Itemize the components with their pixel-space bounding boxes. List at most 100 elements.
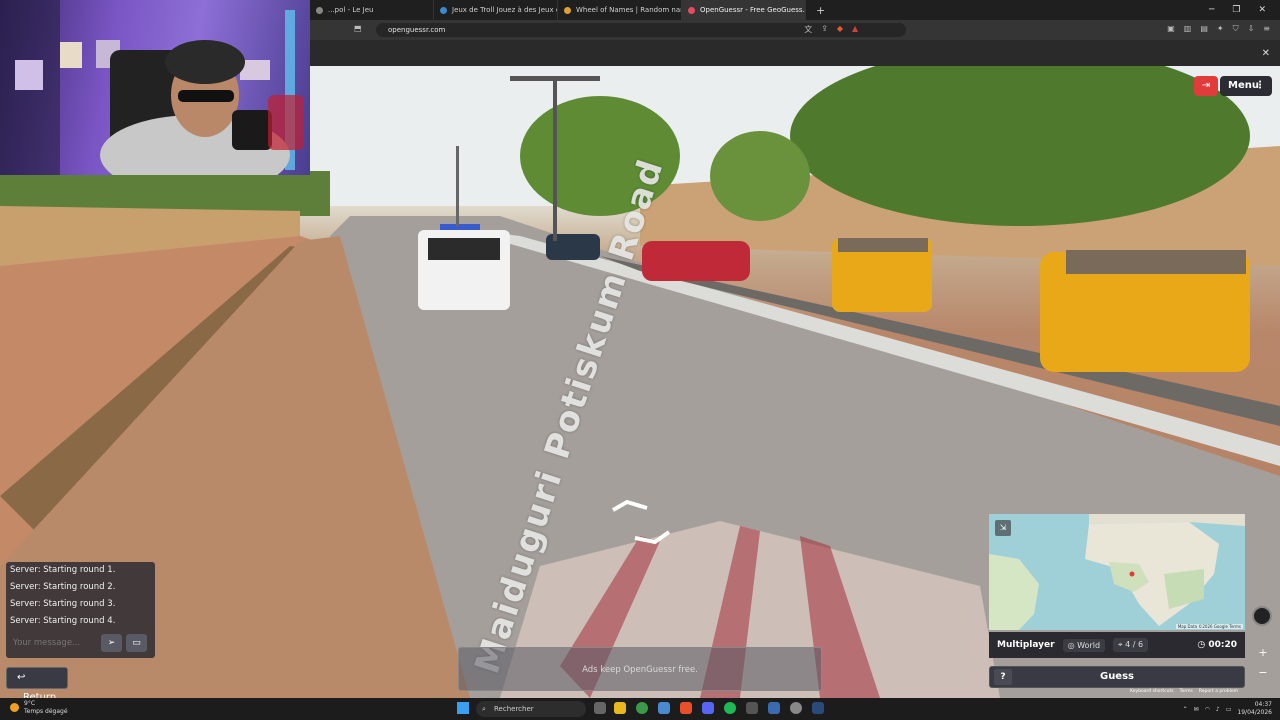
light-pole-2 [456, 146, 459, 226]
streamer-webcam [0, 0, 304, 175]
new-tab-button[interactable]: + [806, 4, 835, 17]
chrome-icon[interactable] [636, 702, 648, 714]
notification-icon[interactable]: ✉ [1194, 706, 1199, 713]
search-placeholder: Rechercher [494, 705, 534, 713]
windows-taskbar: 9°C Temps dégagé ⌕ Rechercher ⌃ ✉ ◠ ♪ ▭ … [0, 698, 1280, 720]
nigeria-marker-icon [1129, 571, 1135, 577]
system-tray: ⌃ ✉ ◠ ♪ ▭ 04:37 19/04/2026 [1183, 701, 1272, 717]
notification-close-icon[interactable]: ✕ [1262, 48, 1270, 59]
browser-tab[interactable]: Wheel of Names | Random name pic... [558, 0, 682, 20]
spotify-icon[interactable] [724, 702, 736, 714]
tuk-tuk-2-roof [1066, 250, 1246, 274]
ad-banner: Ads keep OpenGuessr free. [458, 647, 822, 691]
task-view-icon[interactable] [594, 702, 606, 714]
window-close-icon[interactable]: ✕ [1258, 5, 1266, 15]
vpn-icon[interactable]: ⛉ [1233, 24, 1239, 35]
browser-tab[interactable]: Jeux de Troll Jouez à des Jeux de Tr... [434, 0, 558, 20]
round-icon: ⌖ [1118, 640, 1123, 649]
battery-icon[interactable]: ▭ [1226, 706, 1232, 713]
report-problem-link[interactable]: Report a problem [1199, 689, 1238, 694]
maximize-icon[interactable]: ❐ [1232, 5, 1240, 15]
google-footer: Keyboard shortcuts Terms Report a proble… [1130, 689, 1238, 694]
extensions-icon[interactable]: ✦ [1217, 24, 1224, 35]
screenshot-icon[interactable]: ▣ [1167, 24, 1175, 35]
bookmark-icon[interactable]: ⬒ [354, 24, 362, 33]
police-windshield [428, 238, 500, 260]
exit-icon: ⇥ [1201, 80, 1211, 91]
navigation-arrow-icon[interactable] [605, 498, 675, 546]
window-controls: ─ ❐ ✕ [1209, 5, 1280, 15]
tab-title: Jeux de Troll Jouez à des Jeux de Tr... [452, 6, 557, 14]
guess-minimap[interactable]: ⇲ Map Data ©2026 Google Terms [989, 514, 1245, 630]
translate-icon[interactable]: 文 [804, 24, 812, 35]
browser-menu-icon[interactable]: ≡ [1263, 24, 1270, 35]
sun-icon [10, 703, 19, 712]
chat-message-input[interactable] [9, 634, 97, 652]
discord-icon[interactable] [702, 702, 714, 714]
zoom-out-icon[interactable]: − [1256, 666, 1270, 680]
webcam-overlay [0, 0, 310, 175]
emoji-chat-icon[interactable]: ▭ [126, 634, 147, 652]
more-vert-icon: ⋮ [1255, 80, 1265, 91]
timer-icon: ◷ [1197, 640, 1206, 650]
url-text: openguessr.com [388, 26, 446, 34]
keyboard-shortcuts-link[interactable]: Keyboard shortcuts [1130, 689, 1174, 694]
search-icon: ⌕ [482, 705, 486, 713]
app-icon[interactable] [746, 702, 758, 714]
chat-panel: Server: Starting round 1. Server: Starti… [6, 562, 155, 658]
weather-widget[interactable]: 9°C Temps dégagé [10, 700, 68, 716]
brave-shield-icon[interactable]: ◆ [837, 24, 843, 35]
region-chip: ◎ World [1062, 638, 1106, 652]
round-chip: ⌖ 4 / 6 [1113, 638, 1149, 652]
minimize-icon[interactable]: ─ [1209, 5, 1214, 15]
tab-favicon-icon [564, 6, 571, 14]
clock[interactable]: 04:37 19/04/2026 [1237, 701, 1272, 717]
tab-favicon-icon [688, 6, 695, 14]
steam-icon[interactable] [812, 702, 824, 714]
exit-game-button[interactable]: ⇥ [1194, 76, 1218, 96]
downloads-icon[interactable]: ⇩ [1248, 24, 1255, 35]
share-icon[interactable]: ⇪ [821, 24, 828, 35]
tab-favicon-icon [440, 6, 447, 14]
chat-message: Server: Starting round 3. [10, 599, 116, 609]
brave-icon[interactable] [680, 702, 692, 714]
windows-start-icon[interactable] [457, 702, 469, 714]
region-label: World [1077, 640, 1101, 650]
menu-button[interactable]: Menu ⋮ [1220, 76, 1272, 96]
guess-button[interactable]: ? Guess [989, 666, 1245, 688]
volume-icon[interactable]: ♪ [1216, 706, 1220, 713]
help-button[interactable]: ? [994, 669, 1012, 685]
browser-tab[interactable]: ...pol - Le Jeu [310, 0, 434, 20]
zoom-in-icon[interactable]: + [1256, 646, 1270, 660]
map-expand-icon[interactable]: ⇲ [995, 520, 1011, 536]
obs-icon[interactable] [790, 702, 802, 714]
map-attribution: Map Data ©2026 Google Terms [1175, 624, 1243, 629]
round-timer: ◷ 00:20 [1197, 640, 1237, 650]
sidebar-icon[interactable]: ▥ [1184, 24, 1192, 35]
screen: Maiduguri Potiskum Road ...pol - Le Jeu … [0, 0, 1280, 720]
brave-rewards-icon[interactable]: ▲ [852, 24, 858, 35]
compass-icon[interactable] [1252, 606, 1272, 626]
terms-link[interactable]: Terms [1180, 689, 1193, 694]
taskbar-search[interactable]: ⌕ Rechercher [476, 701, 586, 717]
address-bar-icons: 文 ⇪ ◆ ▲ ▣ ▥ ▤ ✦ ⛉ ⇩ ≡ [804, 24, 1270, 35]
return-button[interactable]: ↩ Return [6, 667, 68, 703]
tab-title: OpenGuessr - Free GeoGuess... [700, 6, 806, 14]
browser-tab-active[interactable]: OpenGuessr - Free GeoGuess... ✕ [682, 0, 806, 20]
round-counter: 4 / 6 [1125, 640, 1144, 649]
address-bar-row: ⬒ openguessr.com 文 ⇪ ◆ ▲ ▣ ▥ ▤ ✦ ⛉ ⇩ ≡ [310, 20, 1280, 40]
tab-favicon-icon [316, 6, 323, 14]
notepad-icon[interactable] [658, 702, 670, 714]
file-explorer-icon[interactable] [614, 702, 626, 714]
wallet-icon[interactable]: ▤ [1200, 24, 1208, 35]
browser-tab-bar: ...pol - Le Jeu Jeux de Troll Jouez à de… [310, 0, 1280, 20]
wifi-icon[interactable]: ◠ [1205, 706, 1210, 713]
send-icon[interactable]: ➢ [101, 634, 122, 652]
notification-bar: ✕ [310, 40, 1280, 66]
police-lightbar [440, 224, 480, 230]
round-info-bar: Multiplayer ◎ World ⌖ 4 / 6 ◷ 00:20 [989, 632, 1245, 658]
red-car [642, 241, 750, 281]
light-pole-1-arm [510, 76, 600, 81]
chevron-up-icon[interactable]: ⌃ [1183, 706, 1188, 713]
photos-icon[interactable] [768, 702, 780, 714]
